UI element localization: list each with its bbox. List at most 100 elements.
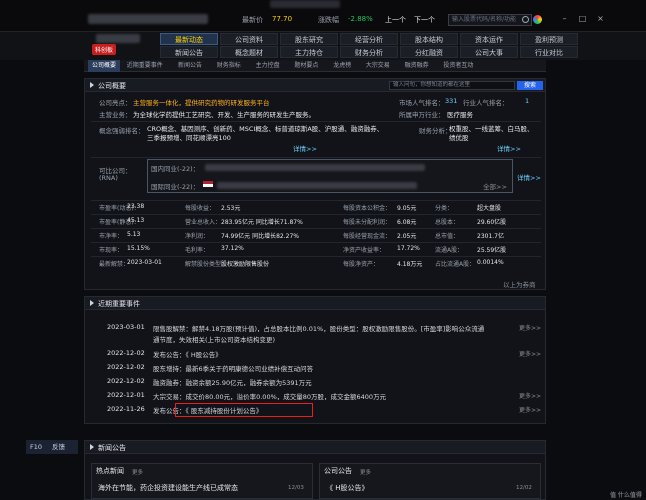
finance-more-link[interactable]: 详情>> — [497, 143, 521, 153]
finance-value[interactable]: 权重股、一线蓝筹、白马股、绩优股 — [449, 125, 539, 143]
event-more-link[interactable]: 更多>> — [519, 349, 541, 358]
recent-events-panel: 近期重要事件 2023-03-01 限售股解禁：解禁4.18万股(预计值)，占总股… — [84, 296, 546, 424]
metric-label: 每股资本公积金： — [343, 205, 392, 212]
event-text[interactable]: 大宗交易：成交价80.00元，溢价率0.00%，成交量80万股，成交金额6400… — [153, 391, 386, 401]
question-search-input[interactable]: 输入问句，你想知道的都在这里 — [389, 81, 515, 90]
announcement-headline[interactable]: 《 H股公告》 — [326, 483, 369, 493]
peers-more-link[interactable]: 详情>> — [517, 172, 541, 182]
peers-all-link[interactable]: 全部>> — [483, 181, 507, 191]
hot-news-card: 热点新闻 更多 海外在节能，药企投资建设能生产线已成常态 12/03 — [91, 463, 313, 499]
intl-peers-redacted — [217, 182, 417, 189]
f10-feedback-tab[interactable]: F10 反馈 — [26, 440, 78, 454]
next-stock-button[interactable]: 下一个 — [414, 15, 435, 25]
nav-tab-row2-0[interactable]: 新闻公告 — [160, 46, 218, 58]
event-date: 2022-12-02 — [107, 377, 145, 385]
metric-label: 总市值： — [435, 233, 460, 240]
stock-name-redacted — [88, 14, 208, 24]
sub-tab-bar: 公司概要 近期重要事件 新闻公告 财务指标 主力控盘 题材要点 龙虎榜 大宗交易 融资融券 投资者… — [84, 60, 546, 72]
subtab-6[interactable]: 龙虎榜 — [333, 60, 351, 72]
stock-code-redacted — [96, 34, 140, 43]
panel-title: 近期重要事件 — [98, 300, 140, 308]
event-date: 2023-03-01 — [107, 323, 145, 331]
event-text[interactable]: 股东增持：最新6季关于药明康德公司业绩补偿互动问答 — [153, 363, 313, 373]
subtab-5[interactable]: 题材要点 — [294, 60, 318, 72]
metric-value: 超大盘股 — [477, 205, 502, 212]
subtab-1[interactable]: 近期重要事件 — [127, 60, 163, 72]
subtab-9[interactable]: 投资者互动 — [443, 60, 473, 72]
concept-value[interactable]: CRO概念、基因测序、创新药、MSCI概念、标普道琼斯A股、沪股通、融资融券、三… — [147, 125, 387, 143]
metric-label: 分类： — [435, 205, 454, 212]
highlight-value: 主营服务一体化，提供研究药物的研发服务平台 — [133, 99, 270, 107]
stock-search-input[interactable]: 输入股票代码/名称/功能 — [448, 14, 532, 26]
nav-tab-row1-5[interactable]: 资本运作 — [460, 33, 518, 45]
close-icon[interactable]: × — [596, 14, 605, 23]
minimize-icon[interactable]: – — [560, 14, 569, 23]
nav-tab-row1-2[interactable]: 股东研究 — [280, 33, 338, 45]
market-rank-value[interactable]: 331 — [445, 97, 457, 105]
event-more-link[interactable]: 更多>> — [519, 405, 541, 414]
question-search-button[interactable]: 搜索 — [517, 81, 543, 90]
metric-value: 283.95亿元 同比增长71.87% — [221, 219, 303, 226]
sector-value[interactable]: 医疗服务 — [447, 109, 473, 119]
subtab-2[interactable]: 新闻公告 — [178, 60, 202, 72]
metric-label: 每股收益： — [185, 205, 216, 212]
event-more-link[interactable]: 更多>> — [519, 323, 541, 332]
industry-rank-value[interactable]: 1 — [525, 97, 529, 105]
metric-value: 4.18万元 — [397, 261, 423, 268]
search-icon[interactable] — [522, 16, 529, 23]
feedback-label[interactable]: 反馈 — [52, 440, 65, 454]
card-more-link[interactable]: 更多 — [132, 468, 143, 476]
metric-label: 营业总收入： — [185, 219, 222, 226]
nav-tab-row2-6[interactable]: 行业对比 — [520, 46, 578, 58]
nav-tab-row2-5[interactable]: 公司大事 — [460, 46, 518, 58]
event-text[interactable]: 融资融券：融资余额25.90亿元，融券余额为5391万元 — [153, 377, 312, 387]
metric-value: 6.08元 — [397, 219, 417, 226]
panel-title: 新闻公告 — [98, 444, 126, 452]
nav-tab-row1-6[interactable]: 盈利预测 — [520, 33, 578, 45]
business-value: 为全球化学药提供工艺研究、开发、生产服务的研发生产服务。 — [133, 111, 315, 119]
event-more-link[interactable]: 更多>> — [519, 391, 541, 400]
footer-note[interactable]: 以上为券商 — [503, 279, 536, 289]
highlight-label: 公司亮点： — [99, 99, 132, 107]
industry-rank-label: 行业人气排名： — [463, 99, 509, 107]
subtab-7[interactable]: 大宗交易 — [366, 60, 390, 72]
nav-tab-row1-0[interactable]: 最新动态 — [160, 33, 218, 45]
nav-tab-row2-2[interactable]: 主力持仓 — [280, 46, 338, 58]
news-headline[interactable]: 海外在节能，药企投资建设能生产线已成常态 — [98, 483, 238, 493]
subtab-0[interactable]: 公司概要 — [88, 60, 121, 72]
company-overview-panel: 公司概要 输入问句，你想知道的都在这里 搜索 公司亮点： 主营服务一体化，提供研… — [84, 78, 546, 290]
subtab-8[interactable]: 融资融券 — [405, 60, 429, 72]
metric-label: 市现率： — [99, 247, 124, 254]
maximize-icon[interactable]: □ — [578, 14, 587, 23]
nav-tab-row1-3[interactable]: 经营分析 — [340, 33, 398, 45]
subtab-3[interactable]: 财务指标 — [217, 60, 241, 72]
triangle-icon — [90, 300, 94, 306]
nav-tab-row2-1[interactable]: 概念题材 — [220, 46, 278, 58]
metric-label: 总股本： — [435, 219, 460, 226]
nav-tab-row2-3[interactable]: 财务分析 — [340, 46, 398, 58]
card-title: 公司公告 — [324, 467, 352, 475]
app-logo-icon — [533, 15, 542, 24]
prev-stock-button[interactable]: 上一个 — [385, 15, 406, 25]
subtab-4[interactable]: 主力控盘 — [256, 60, 280, 72]
event-text[interactable]: 发布公告：《 H股公告》 — [153, 349, 222, 359]
top-bar: 最新价 77.70 涨跌幅 -2.88% 上一个 下一个 输入股票代码/名称/功… — [0, 0, 646, 32]
event-text[interactable]: 通节度，失效相关(上市公司资本结构变更) — [153, 334, 275, 344]
metric-value: 29.60亿股 — [477, 219, 507, 226]
nav-tab-row1-4[interactable]: 股本结构 — [400, 33, 458, 45]
panel-title: 公司概要 — [98, 82, 126, 90]
watermark-text: 值 什么值得买 — [610, 492, 642, 499]
f10-label[interactable]: F10 — [30, 440, 42, 454]
nav-tab-row1-1[interactable]: 公司资料 — [220, 33, 278, 45]
announcement-card: 公司公告 更多 《 H股公告》 12/02 — [319, 463, 541, 499]
news-panel: 新闻公告 热点新闻 更多 海外在节能，药企投资建设能生产线已成常态 12/03 … — [84, 440, 546, 500]
card-title: 热点新闻 — [96, 467, 124, 475]
change-label: 涨跌幅 — [318, 16, 339, 24]
card-more-link[interactable]: 更多 — [360, 468, 371, 476]
nav-tab-row2-4[interactable]: 分红融资 — [400, 46, 458, 58]
highlight-annotation-box — [175, 403, 313, 417]
metric-label: 最新解禁： — [99, 261, 130, 268]
metric-value: 0.0014% — [477, 259, 504, 266]
concept-more-link[interactable]: 详情>> — [293, 143, 317, 153]
event-text[interactable]: 限售股解禁：解禁4.18万股(预计值)，占总股本比例0.01%，股份类型：股权激… — [153, 323, 484, 333]
